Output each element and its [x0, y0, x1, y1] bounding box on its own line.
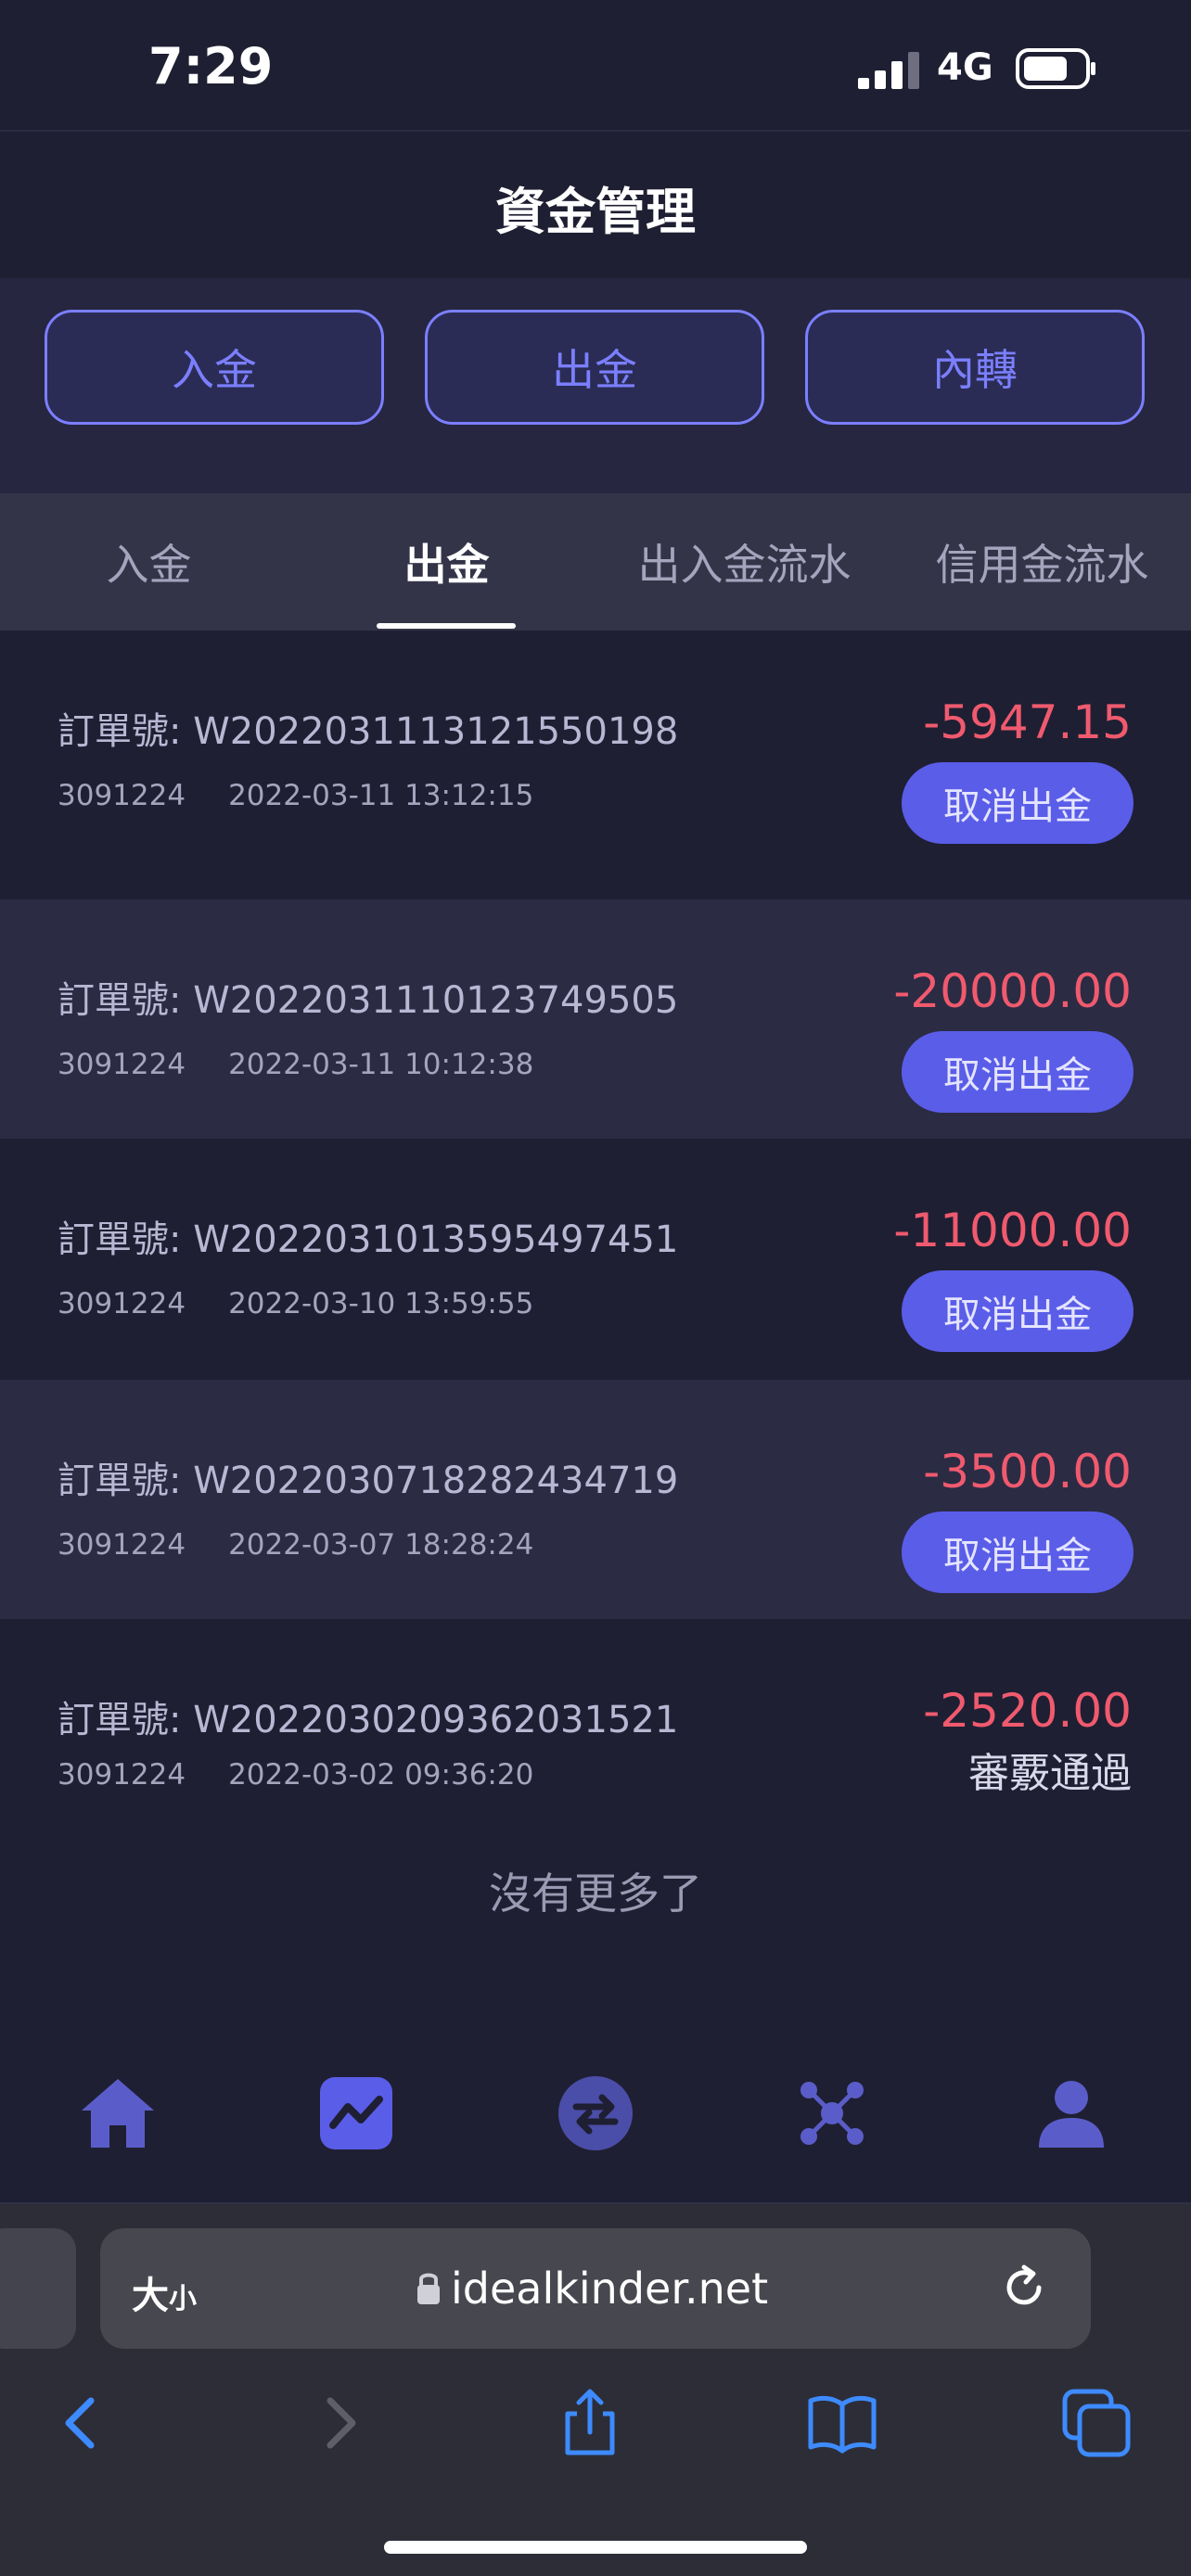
exchange-icon[interactable] — [554, 2072, 637, 2155]
account-id: 3091224 — [58, 779, 186, 812]
order-datetime: 2022-03-11 13:12:15 — [228, 779, 534, 812]
order-label: 訂單號: — [58, 979, 182, 1022]
order-datetime: 2022-03-11 10:12:38 — [228, 1048, 534, 1081]
list-item: 訂單號: W2022031110123749505 3091224 2022-03… — [0, 899, 1191, 1139]
order-label: 訂單號: — [58, 1699, 182, 1741]
order-number: 訂單號: W2022031113121550198 — [58, 701, 678, 755]
browser-chrome: 大小 idealkinder.net — [0, 2204, 1191, 2576]
order-label: 訂單號: — [58, 1460, 182, 1502]
chart-icon[interactable] — [314, 2072, 398, 2155]
forward-icon — [327, 2397, 356, 2449]
account-id: 3091224 — [58, 1048, 186, 1081]
reload-icon[interactable] — [998, 2262, 1050, 2314]
order-id: W2022030209362031521 — [193, 1699, 679, 1741]
order-label: 訂單號: — [58, 710, 182, 753]
list-item: 訂單號: W2022031113121550198 3091224 2022-03… — [0, 631, 1191, 870]
order-id: W2022031113121550198 — [193, 710, 679, 753]
url-text: idealkinder.net — [451, 2264, 769, 2314]
signal-icon — [858, 52, 919, 89]
order-datetime: 2022-03-02 09:36:20 — [228, 1758, 534, 1792]
order-status: 審覈通過 — [968, 1750, 1132, 1797]
battery-icon — [1016, 48, 1095, 89]
tab-fund-flow[interactable]: 出入金流水 — [596, 493, 893, 631]
page-header: 資金管理 — [0, 132, 1191, 278]
order-amount: -20000.00 — [893, 964, 1132, 1018]
bookmarks-icon[interactable] — [805, 2386, 879, 2460]
order-amount: -2520.00 — [923, 1684, 1132, 1738]
cancel-withdrawal-button[interactable]: 取消出金 — [902, 1270, 1133, 1352]
order-id: W2022031110123749505 — [193, 979, 679, 1022]
order-meta: 3091224 2022-03-02 09:36:20 — [58, 1758, 576, 1792]
end-of-list-text: 沒有更多了 — [489, 1868, 702, 1919]
lock-icon — [417, 2273, 440, 2304]
order-label: 訂單號: — [58, 1218, 182, 1261]
order-datetime: 2022-03-10 13:59:55 — [228, 1287, 534, 1320]
order-id: W2022030718282434719 — [193, 1460, 679, 1502]
tab-deposit[interactable]: 入金 — [0, 493, 298, 631]
list-item: 訂單號: W2022031013595497451 3091224 2022-03… — [0, 1139, 1191, 1378]
list-item: 訂單號: W2022030718282434719 3091224 2022-03… — [0, 1380, 1191, 1619]
fund-actions: 入金 出金 內轉 — [0, 278, 1191, 493]
order-id: W2022031013595497451 — [193, 1218, 679, 1261]
order-meta: 3091224 2022-03-10 13:59:55 — [58, 1287, 576, 1320]
order-datetime: 2022-03-07 18:28:24 — [228, 1528, 534, 1562]
order-number: 訂單號: W2022030209362031521 — [58, 1690, 678, 1743]
transfer-button[interactable]: 內轉 — [805, 310, 1145, 425]
tabs-icon[interactable] — [1059, 2386, 1133, 2460]
order-meta: 3091224 2022-03-07 18:28:24 — [58, 1528, 576, 1562]
back-icon[interactable] — [45, 2386, 119, 2460]
home-icon[interactable] — [76, 2072, 160, 2155]
text-size-large: 大 — [132, 2275, 169, 2317]
cancel-withdrawal-button[interactable]: 取消出金 — [902, 1511, 1133, 1593]
order-amount: -3500.00 — [923, 1445, 1132, 1498]
cancel-withdrawal-button[interactable]: 取消出金 — [902, 762, 1133, 844]
withdraw-button[interactable]: 出金 — [425, 310, 764, 425]
record-tabs: 入金 出金 出入金流水 信用金流水 — [0, 493, 1191, 631]
address-bar[interactable]: 大小 idealkinder.net — [100, 2228, 1091, 2349]
tab-credit-flow[interactable]: 信用金流水 — [893, 493, 1191, 631]
share-icon[interactable] — [553, 2386, 627, 2460]
text-size-small: 小 — [169, 2283, 197, 2315]
text-size-button[interactable]: 大小 — [132, 2265, 197, 2319]
active-tab-indicator — [377, 623, 516, 629]
network-type: 4G — [937, 46, 993, 89]
order-amount: -5947.15 — [923, 695, 1132, 749]
order-number: 訂單號: W2022031110123749505 — [58, 970, 678, 1024]
order-amount: -11000.00 — [893, 1204, 1132, 1257]
account-id: 3091224 — [58, 1287, 186, 1320]
account-id: 3091224 — [58, 1758, 186, 1792]
tab-withdraw[interactable]: 出金 — [298, 493, 596, 631]
list-item: 訂單號: W2022030209362031521 3091224 2022-03… — [0, 1619, 1191, 1858]
previous-tab-preview[interactable] — [0, 2228, 76, 2349]
deposit-button[interactable]: 入金 — [45, 310, 384, 425]
account-id: 3091224 — [58, 1528, 186, 1562]
app-bottom-nav — [0, 2031, 1191, 2202]
order-meta: 3091224 2022-03-11 13:12:15 — [58, 779, 576, 812]
network-icon[interactable] — [790, 2072, 874, 2155]
status-time: 7:29 — [148, 37, 274, 96]
order-number: 訂單號: W2022030718282434719 — [58, 1450, 678, 1504]
user-icon[interactable] — [1030, 2072, 1113, 2155]
home-indicator — [384, 2541, 807, 2554]
page-title: 資金管理 — [495, 183, 696, 241]
status-bar: 7:29 4G — [0, 0, 1191, 130]
order-number: 訂單號: W2022031013595497451 — [58, 1209, 678, 1263]
order-meta: 3091224 2022-03-11 10:12:38 — [58, 1048, 576, 1081]
cancel-withdrawal-button[interactable]: 取消出金 — [902, 1031, 1133, 1113]
